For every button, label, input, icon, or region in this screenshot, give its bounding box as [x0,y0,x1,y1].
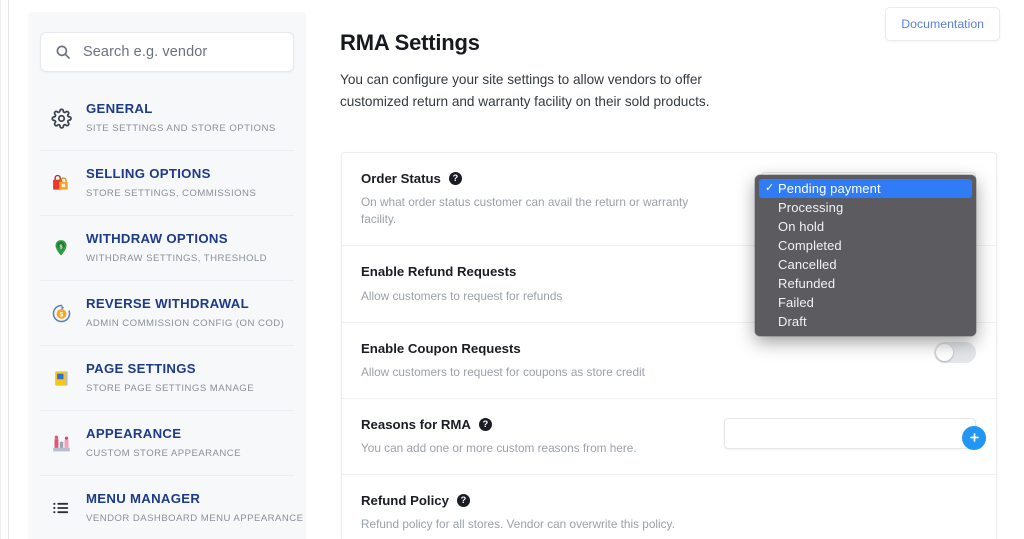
dropdown-option-cancelled[interactable]: Cancelled [755,255,976,274]
check-icon: ✓ [765,182,775,194]
sidebar-item-label: GENERAL [86,101,153,116]
dropdown-option-label: Processing [778,200,844,215]
money-pin-icon: $ [50,237,72,259]
dropdown-option-completed[interactable]: Completed [755,236,976,255]
sidebar-item-reverse-withdrawal[interactable]: $ REVERSE WITHDRAWAL ADMIN COMMISSION CO… [40,281,294,346]
plus-icon [969,433,979,443]
setting-description: You can add one or more custom reasons f… [361,441,637,455]
sidebar-item-sublabel: STORE SETTINGS, COMMISSIONS [86,188,257,199]
page-root: GENERAL SITE SETTINGS AND STORE OPTIONS [0,0,1024,539]
sidebar-item-sublabel: VENDOR DASHBOARD MENU APPEARANCE [86,513,304,524]
help-icon[interactable]: ? [456,494,470,508]
sidebar-item-sublabel: CUSTOM STORE APPEARANCE [86,448,242,459]
gear-icon [50,107,72,129]
dropdown-option-draft[interactable]: Draft [755,312,976,331]
setting-title-text: Order Status [361,171,441,186]
svg-text:$: $ [59,311,63,318]
setting-description: Allow customers to request for coupons a… [361,364,645,379]
sidebar-item-label: REVERSE WITHDRAWAL [86,296,249,311]
add-reason-button[interactable] [962,425,986,450]
sidebar-item-withdraw-options[interactable]: $ WITHDRAW OPTIONS WITHDRAW SETTINGS, TH… [40,216,294,281]
sidebar-item-menu-manager[interactable]: MENU MANAGER VENDOR DASHBOARD MENU APPEA… [40,476,303,539]
dropdown-option-label: Draft [778,314,807,329]
sidebar-item-appearance[interactable]: APPEARANCE CUSTOM STORE APPEARANCE [40,411,294,476]
dropdown-option-processing[interactable]: Processing [755,198,976,217]
sidebar-item-label: SELLING OPTIONS [86,166,211,181]
refresh-coin-icon: $ [50,302,72,324]
sidebar-item-sublabel: STORE PAGE SETTINGS MANAGE [86,383,255,394]
dropdown-option-label: Refunded [778,276,836,291]
search-icon [56,45,70,59]
setting-title: Enable Coupon Requests [361,340,920,357]
dropdown-option-label: On hold [778,219,825,234]
order-status-dropdown-popup[interactable]: ✓ Pending payment Processing On hold Com… [755,175,976,336]
page-gutter-line [8,0,9,539]
dropdown-option-pending-payment[interactable]: ✓ Pending payment [759,179,972,198]
setting-description: Allow customers to request for refunds [361,288,563,303]
sidebar-item-sublabel: WITHDRAW SETTINGS, THRESHOLD [86,253,268,264]
documentation-button[interactable]: Documentation [885,7,1000,41]
setting-title-text: Enable Refund Requests [361,264,517,280]
sidebar-item-sublabel: ADMIN COMMISSION CONFIG (ON COD) [86,318,285,329]
dropdown-option-label: Completed [778,238,842,253]
sidebar-item-label: PAGE SETTINGS [86,361,196,376]
settings-sidebar: GENERAL SITE SETTINGS AND STORE OPTIONS [28,12,306,539]
storefront-icon [50,432,72,454]
setting-title: Refund Policy ? [361,492,962,509]
sidebar-item-general[interactable]: GENERAL SITE SETTINGS AND STORE OPTIONS [40,86,294,151]
sidebar-item-label: WITHDRAW OPTIONS [86,231,228,246]
setting-row-reasons-for-rma: Reasons for RMA ? You can add one or mor… [342,399,996,476]
setting-title: Order Status ? [361,170,747,187]
page-icon [50,367,72,389]
sidebar-search[interactable] [40,32,294,72]
sidebar-item-label: APPEARANCE [86,426,182,441]
list-icon [50,497,72,519]
dropdown-option-on-hold[interactable]: On hold [755,217,976,236]
toggle-knob [936,343,953,361]
dropdown-option-label: Cancelled [778,257,837,272]
search-input[interactable] [83,44,279,60]
help-icon[interactable]: ? [448,172,462,186]
rma-reason-input[interactable] [724,417,976,449]
sidebar-item-label: MENU MANAGER [86,491,201,506]
sidebar-item-sublabel: SITE SETTINGS AND STORE OPTIONS [86,123,276,134]
page-description: You can configure your site settings to … [340,72,710,110]
dropdown-option-refunded[interactable]: Refunded [755,274,976,293]
dropdown-option-label: Failed [778,295,815,310]
enable-coupon-requests-toggle[interactable] [934,341,976,363]
setting-title-text: Reasons for RMA [361,416,471,432]
setting-title-text: Enable Coupon Requests [361,340,521,356]
setting-title-text: Refund Policy [361,493,449,509]
setting-description: Refund policy for all stores. Vendor can… [361,517,675,532]
setting-title: Reasons for RMA ? [361,416,710,433]
setting-row-refund-policy: Refund Policy ? Refund policy for all st… [342,475,996,539]
dropdown-option-failed[interactable]: Failed [755,293,976,312]
viewport-edge-left [0,0,1,539]
dropdown-option-label: Pending payment [778,181,881,196]
setting-description: On what order status customer can avail … [361,195,689,227]
sidebar-item-page-settings[interactable]: PAGE SETTINGS STORE PAGE SETTINGS MANAGE [40,346,294,411]
page-header: RMA Settings You can configure your site… [340,0,1024,113]
help-icon[interactable]: ? [478,417,492,431]
shopping-bag-icon [50,172,72,194]
sidebar-item-selling-options[interactable]: SELLING OPTIONS STORE SETTINGS, COMMISSI… [40,151,294,216]
